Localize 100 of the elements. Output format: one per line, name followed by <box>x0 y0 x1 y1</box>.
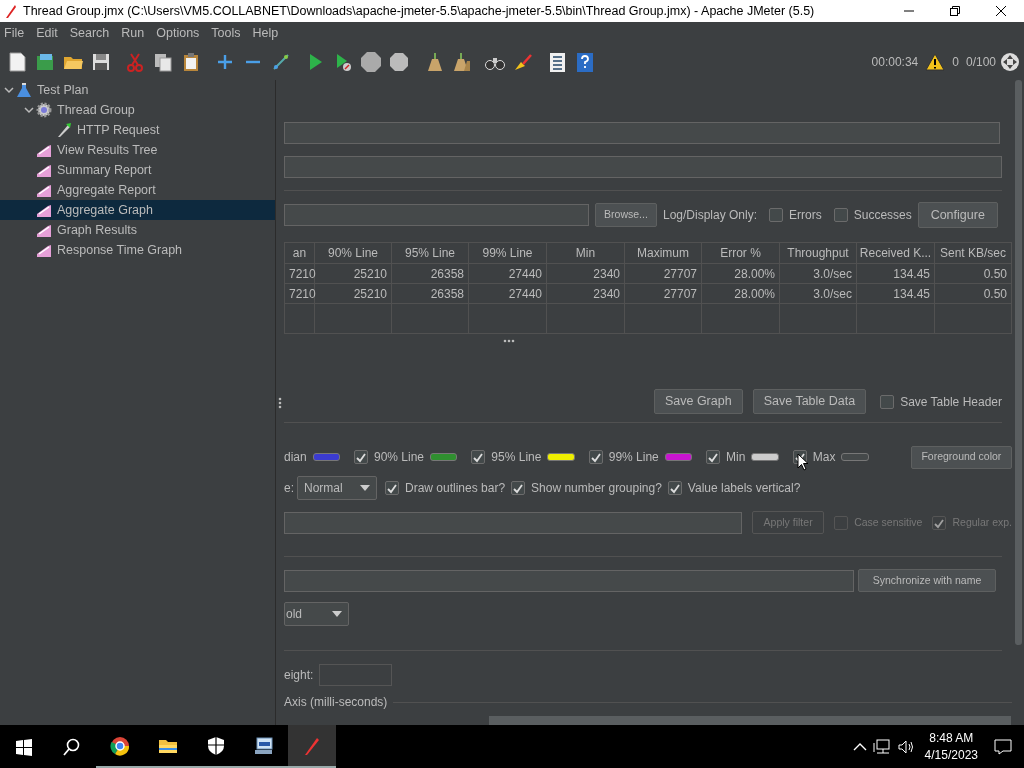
templates-icon[interactable] <box>34 51 56 73</box>
notification-icon[interactable] <box>994 738 1012 755</box>
checkbox[interactable] <box>385 481 399 495</box>
column-header[interactable]: 90% Line <box>314 242 392 264</box>
configure-button[interactable]: Configure <box>917 202 998 228</box>
table-cell: 0.50 <box>934 263 1012 284</box>
checkbox[interactable] <box>706 450 721 464</box>
table-cell: 25210 <box>314 283 392 304</box>
clock[interactable]: 8:48 AM 4/15/2023 <box>914 729 988 764</box>
chart-icon <box>36 182 52 198</box>
name-field[interactable] <box>284 569 854 592</box>
column-header[interactable]: Received K... <box>856 242 935 264</box>
new-file-icon[interactable] <box>6 51 28 73</box>
remote-icon[interactable] <box>1000 52 1020 72</box>
copy-icon[interactable] <box>152 51 174 73</box>
checkbox[interactable] <box>511 481 526 495</box>
help-icon[interactable] <box>574 51 596 73</box>
column-header[interactable]: 95% Line <box>391 242 469 264</box>
stop-icon[interactable] <box>360 51 382 73</box>
window-title: Thread Group.jmx (C:\Users\VM5.COLLABNET\Downloads\apache-jmeter-5.5\apache-jmeter-5.5\bin\Thread Group.jmx) - Apache JMeter (5.5) <box>23 2 815 20</box>
menu-item[interactable]: Edit <box>32 23 62 43</box>
scrollbar[interactable] <box>1015 80 1022 645</box>
tree-item[interactable]: Test Plan <box>0 80 275 100</box>
tree-item[interactable]: Graph Results <box>0 220 275 240</box>
table-cell: 27440 <box>468 283 547 304</box>
filter-field[interactable] <box>284 511 743 534</box>
chart-icon <box>36 162 52 178</box>
table-cell: 2340 <box>546 263 625 284</box>
windows-icon <box>14 736 34 757</box>
pipette-icon <box>56 122 72 138</box>
table-cell: 26358 <box>391 263 469 284</box>
checkbox[interactable] <box>769 208 784 222</box>
save-button[interactable]: Save Graph <box>653 389 743 414</box>
axis-label: Axis (milli-seconds) <box>284 694 388 711</box>
column-header[interactable]: 99% Line <box>468 242 547 264</box>
column-header[interactable]: Sent KB/sec <box>934 242 1012 264</box>
chart-icon <box>36 222 52 238</box>
elapsed-time: 00:00:34 <box>871 54 919 71</box>
chart-icon <box>36 202 52 218</box>
column-header[interactable]: Min <box>546 242 625 264</box>
chart-icon <box>36 242 52 258</box>
foreground-color-button[interactable]: Foreground color <box>910 445 1012 469</box>
network-icon[interactable] <box>872 738 891 755</box>
menu-item[interactable]: Options <box>152 23 204 43</box>
warning-icon[interactable] <box>925 53 946 71</box>
column-header[interactable]: Error % <box>701 242 780 264</box>
style-select[interactable]: Normal <box>297 476 377 500</box>
save-button[interactable]: Save Table Data <box>752 389 867 414</box>
table-cell: 3.0/sec <box>779 283 857 304</box>
table-cell: 27440 <box>468 263 547 284</box>
tree-item[interactable]: View Results Tree <box>0 140 275 160</box>
caret-icon <box>360 485 370 491</box>
checkbox[interactable] <box>354 450 368 464</box>
table-cell: 28.00% <box>701 263 780 284</box>
feather-icon <box>3 3 17 19</box>
filename-field[interactable] <box>284 204 589 226</box>
column-header[interactable]: an <box>284 242 315 264</box>
splitter-handle-icon[interactable] <box>278 396 282 409</box>
height-field[interactable] <box>319 663 393 686</box>
tree-item[interactable]: Aggregate Graph <box>0 200 275 220</box>
browser-icon <box>110 735 130 756</box>
gear-icon <box>36 102 52 118</box>
column-header[interactable]: Maximum <box>624 242 702 264</box>
menu-item[interactable]: Run <box>117 23 149 43</box>
checkbox[interactable] <box>667 481 682 495</box>
feather-icon <box>302 735 322 756</box>
scrollbar[interactable] <box>489 716 1011 725</box>
checkbox[interactable] <box>588 450 603 464</box>
comments-field[interactable] <box>284 156 1002 178</box>
close-icon <box>996 6 1006 16</box>
name-field[interactable] <box>284 122 1000 144</box>
table-cell: 7210 <box>284 283 315 304</box>
search-icon <box>62 736 82 757</box>
menu-item[interactable]: Search <box>65 23 114 43</box>
tree-item[interactable]: Response Time Graph <box>0 240 275 260</box>
tree-item[interactable]: Aggregate Report <box>0 180 275 200</box>
chevron-up-icon[interactable] <box>852 741 867 752</box>
tree-item[interactable]: HTTP Request <box>0 120 275 140</box>
checkbox[interactable] <box>471 450 486 464</box>
browse-button[interactable]: Browse... <box>595 203 657 227</box>
menu-item[interactable]: Tools <box>207 23 245 43</box>
volume-icon[interactable] <box>896 738 915 755</box>
table-cell: 25210 <box>314 263 392 284</box>
column-header[interactable]: Throughput <box>779 242 857 264</box>
table-cell: 0.50 <box>934 283 1012 304</box>
checkbox-label: Regular exp. <box>952 514 1012 530</box>
checkbox[interactable] <box>833 208 848 222</box>
menu-item[interactable]: File <box>0 23 29 43</box>
tree-item[interactable]: Thread Group <box>0 100 275 120</box>
font-select[interactable]: old <box>284 602 349 626</box>
synchronize-button[interactable]: Synchronize with name <box>858 569 996 592</box>
thread-count: 0/100 <box>965 54 996 71</box>
table-cell: 26358 <box>391 283 469 304</box>
splitter-handle-icon[interactable] <box>503 339 515 343</box>
tree-item[interactable]: Summary Report <box>0 160 275 180</box>
menu-item[interactable]: Help <box>248 23 283 43</box>
shutdown-icon[interactable] <box>388 51 410 73</box>
save-icon[interactable] <box>90 51 112 73</box>
chart-icon <box>36 142 52 158</box>
checkbox[interactable] <box>880 394 895 409</box>
